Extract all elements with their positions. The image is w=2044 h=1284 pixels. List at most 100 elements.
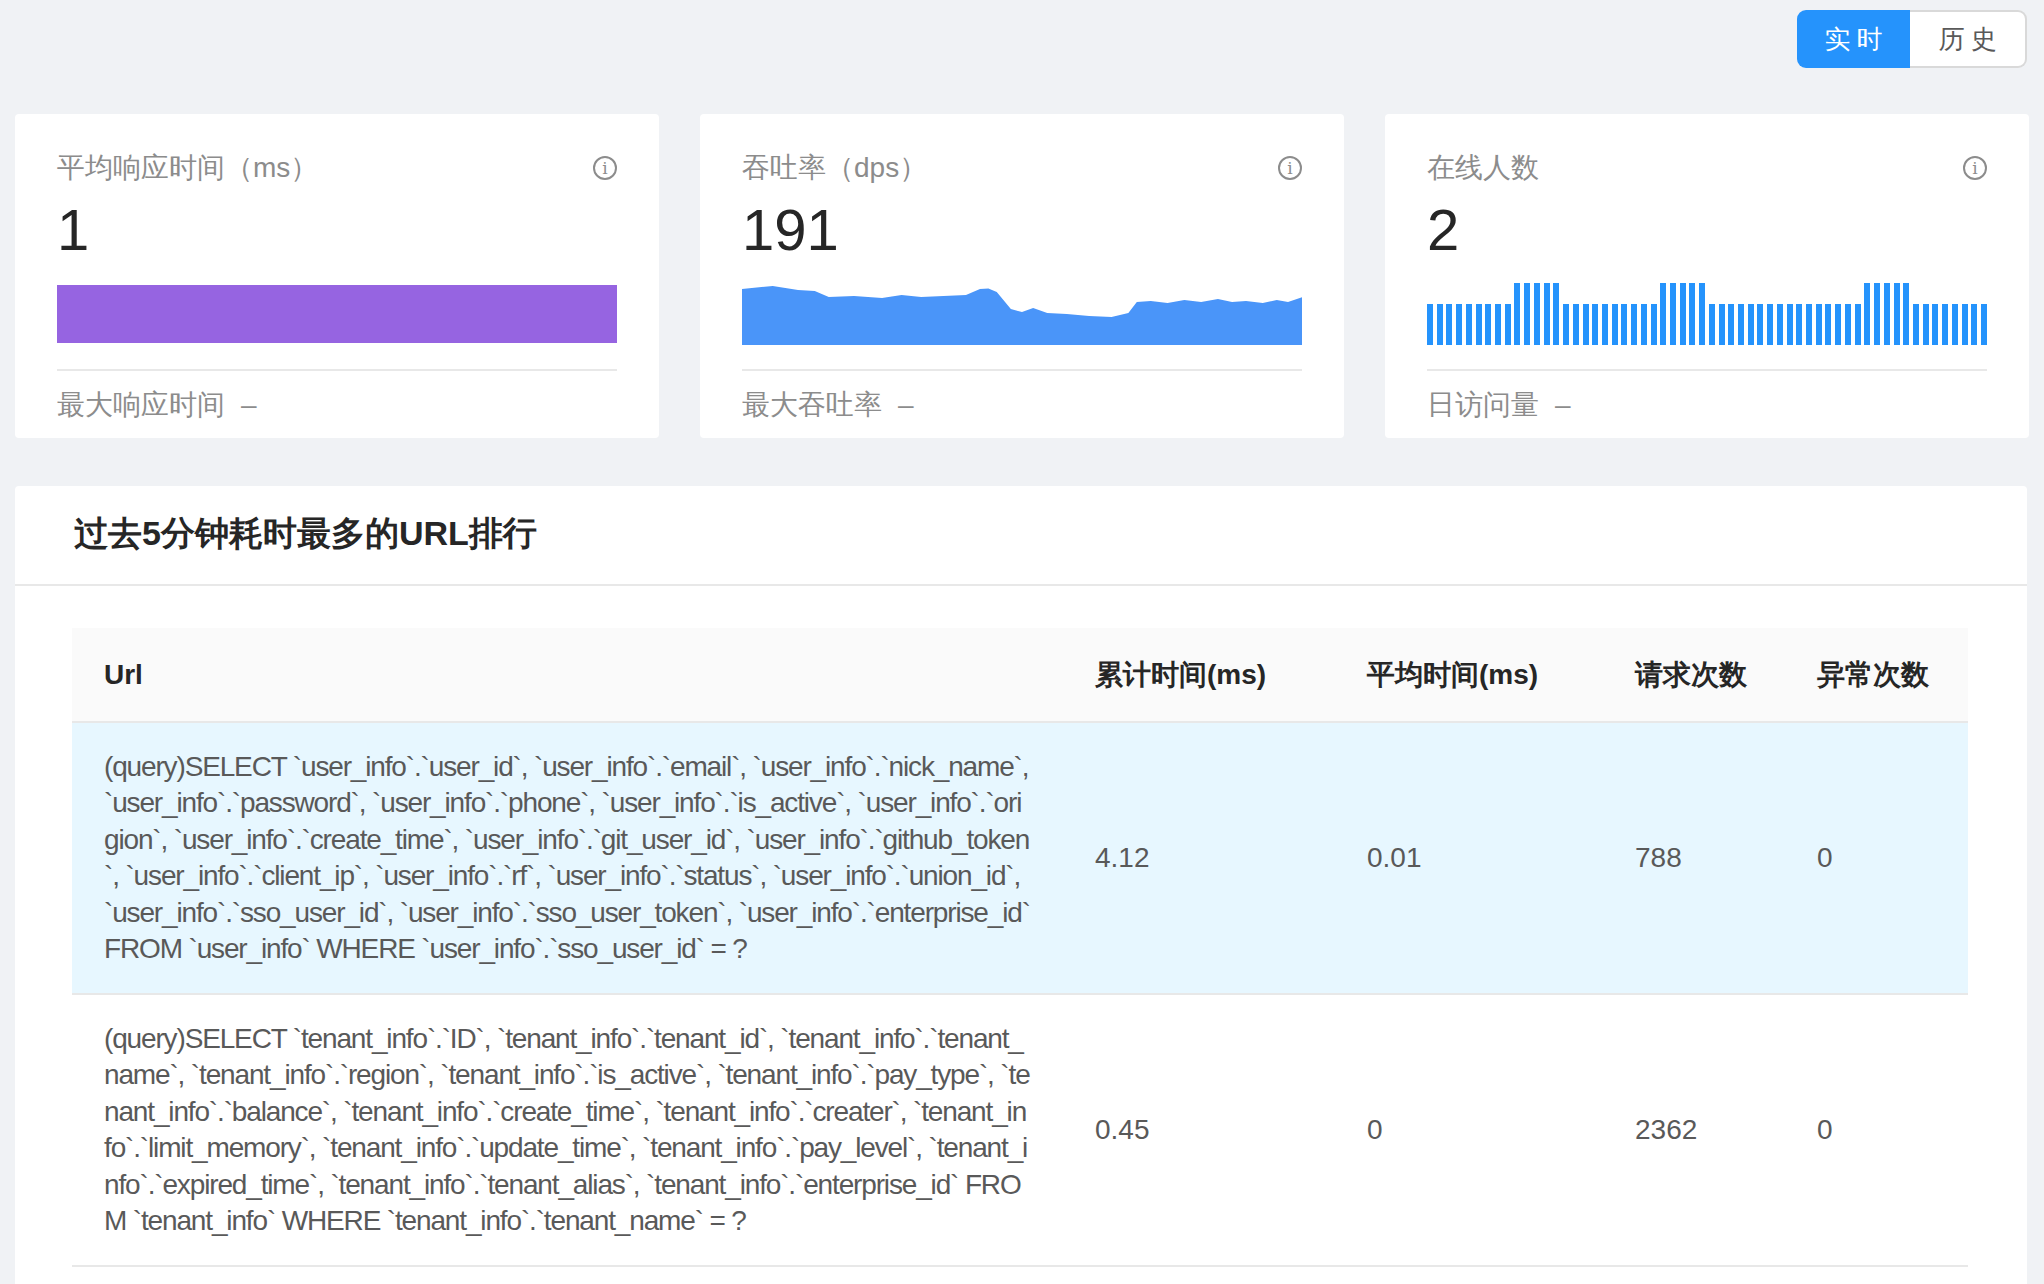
url-table-wrap: Url累计时间(ms)平均时间(ms)请求次数异常次数 (query)SELEC… — [72, 628, 1968, 1267]
bar — [1816, 304, 1822, 345]
card-value: 191 — [742, 197, 1302, 263]
bar — [1505, 304, 1511, 345]
bar — [1534, 283, 1540, 345]
bar — [1903, 283, 1909, 345]
bar — [1699, 283, 1705, 345]
card-chart — [57, 283, 617, 345]
bar — [1874, 283, 1880, 345]
bar — [1709, 304, 1715, 345]
card-footer-label: 最大吞吐率 — [742, 389, 882, 420]
url-cell: (query)SELECT `tenant_info`.`ID`, `tenan… — [72, 994, 1063, 1266]
card-footer-label: 最大响应时间 — [57, 389, 225, 420]
bar — [1573, 304, 1579, 345]
card-divider — [742, 369, 1302, 371]
stat-card-throughput: 吞吐率（dps） i 191 最大吞吐率– — [700, 114, 1344, 438]
bar — [1719, 304, 1725, 345]
card-divider — [57, 369, 617, 371]
card-title: 吞吐率（dps） — [742, 151, 927, 184]
bar — [1767, 304, 1773, 345]
avg-time-cell: 0.01 — [1335, 722, 1603, 994]
table-row: (query)SELECT `user_info`.`user_id`, `us… — [72, 722, 1968, 994]
requests-cell: 2362 — [1603, 994, 1785, 1266]
toggle-option-realtime[interactable]: 实时 — [1797, 10, 1910, 68]
card-footer-value: – — [898, 389, 914, 420]
avg-time-cell: 0 — [1335, 994, 1603, 1266]
area-chart — [742, 284, 1302, 345]
card-footer: 最大响应时间– — [57, 388, 617, 421]
bar — [1971, 304, 1977, 345]
card-value: 2 — [1427, 197, 1987, 263]
bar — [1495, 304, 1501, 345]
panel-title-divider — [15, 584, 2027, 586]
bar — [1544, 283, 1550, 345]
bar — [1631, 304, 1637, 345]
stat-cards: 平均响应时间（ms）i1最大响应时间–吞吐率（dps）i191最大吞吐率–在线人… — [15, 114, 2029, 438]
bar-chart — [1427, 283, 1987, 345]
url-ranking-panel: 过去5分钟耗时最多的URL排行 Url累计时间(ms)平均时间(ms)请求次数异… — [15, 486, 2027, 1284]
info-icon[interactable]: i — [1278, 156, 1302, 180]
errors-cell: 0 — [1785, 994, 1968, 1266]
bar — [1942, 304, 1948, 345]
info-icon[interactable]: i — [1963, 156, 1987, 180]
card-chart — [1427, 283, 1987, 345]
bar — [1602, 304, 1608, 345]
stat-card-avg-response-time: 平均响应时间（ms）i1最大响应时间– — [15, 114, 659, 438]
bar — [1427, 304, 1433, 345]
table-body: (query)SELECT `user_info`.`user_id`, `us… — [72, 722, 1968, 1266]
stat-card-online-users: 在线人数 i 2 日访问量– — [1385, 114, 2029, 438]
bar — [1981, 304, 1987, 345]
bar — [1757, 304, 1763, 345]
bar — [1962, 304, 1968, 345]
card-head: 在线人数 i — [1427, 151, 1987, 184]
bar — [1894, 283, 1900, 345]
info-icon[interactable]: i — [593, 156, 617, 180]
bar — [1563, 304, 1569, 345]
bar — [1835, 304, 1841, 345]
card-divider — [1427, 369, 1987, 371]
table-header-1: 累计时间(ms) — [1063, 628, 1335, 722]
bar — [1748, 304, 1754, 345]
table-header-row: Url累计时间(ms)平均时间(ms)请求次数异常次数 — [72, 628, 1968, 722]
bar — [1641, 304, 1647, 345]
bar — [1923, 304, 1929, 345]
bar — [1932, 304, 1938, 345]
bar — [1952, 304, 1958, 345]
bar — [1476, 304, 1482, 345]
card-value: 1 — [57, 197, 617, 263]
bar — [1485, 304, 1491, 345]
bar — [1777, 304, 1783, 345]
bar — [1738, 304, 1744, 345]
table-header-3: 请求次数 — [1603, 628, 1785, 722]
bar — [1680, 283, 1686, 345]
total-time-cell: 4.12 — [1063, 722, 1335, 994]
bar — [1514, 283, 1520, 345]
url-table: Url累计时间(ms)平均时间(ms)请求次数异常次数 (query)SELEC… — [72, 628, 1968, 1267]
bar — [1553, 283, 1559, 345]
single-bar-chart — [57, 285, 617, 343]
toggle-option-history[interactable]: 历史 — [1910, 10, 2027, 68]
table-header-url: Url — [72, 628, 1063, 722]
card-footer: 日访问量– — [1427, 388, 1987, 421]
bar — [1456, 304, 1462, 345]
card-footer: 最大吞吐率– — [742, 388, 1302, 421]
bar — [1855, 304, 1861, 345]
bar — [1592, 304, 1598, 345]
errors-cell: 0 — [1785, 722, 1968, 994]
requests-cell: 788 — [1603, 722, 1785, 994]
card-title: 在线人数 — [1427, 151, 1539, 184]
bar — [1660, 283, 1666, 345]
bar — [1787, 304, 1793, 345]
bar — [1825, 304, 1831, 345]
bar — [1845, 304, 1851, 345]
card-footer-value: – — [241, 389, 257, 420]
card-footer-value: – — [1555, 389, 1571, 420]
table-header-2: 平均时间(ms) — [1335, 628, 1603, 722]
bar — [1466, 304, 1472, 345]
table-row: (query)SELECT `tenant_info`.`ID`, `tenan… — [72, 994, 1968, 1266]
card-head: 吞吐率（dps） i — [742, 151, 1302, 184]
bar — [1728, 304, 1734, 345]
panel-title: 过去5分钟耗时最多的URL排行 — [15, 486, 2027, 555]
total-time-cell: 0.45 — [1063, 994, 1335, 1266]
table-header-4: 异常次数 — [1785, 628, 1968, 722]
bar — [1437, 304, 1443, 345]
